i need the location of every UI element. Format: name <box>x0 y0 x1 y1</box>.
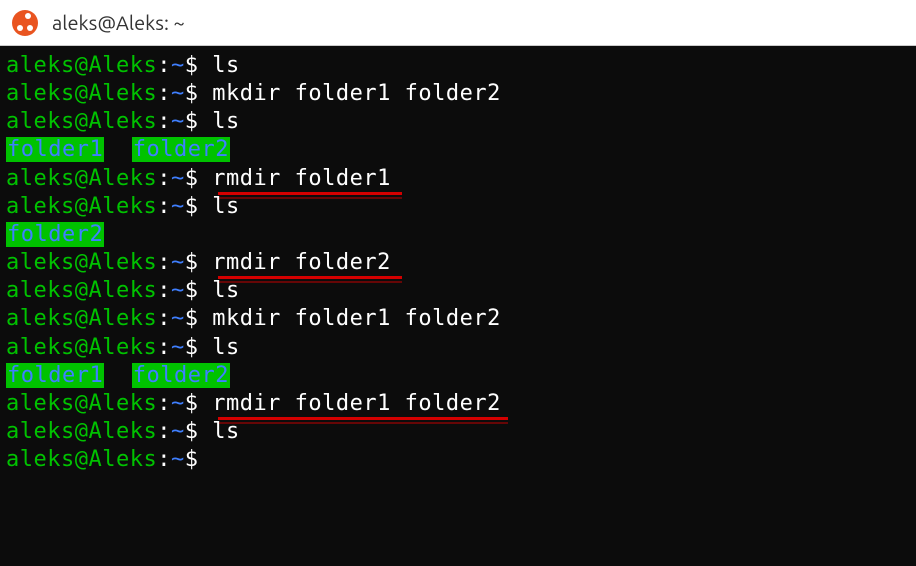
command-text: mkdir folder1 folder2 <box>212 81 501 106</box>
prompt-user: aleks@Aleks <box>6 53 157 78</box>
prompt-sep: : <box>157 109 171 134</box>
terminal-line: aleks@Aleks:~$ ls <box>6 193 910 221</box>
terminal-line: aleks@Aleks:~$ ls <box>6 108 910 136</box>
directory-name: folder2 <box>132 363 230 388</box>
directory-name: folder1 <box>6 137 104 162</box>
terminal-output: folder1 folder2 <box>6 136 910 164</box>
prompt-sep: : <box>157 391 171 416</box>
prompt-path: ~ <box>171 194 185 219</box>
command-text: ls <box>212 419 240 444</box>
prompt-symbol: $ <box>185 250 199 275</box>
prompt-sep: : <box>157 419 171 444</box>
prompt-sep: : <box>157 306 171 331</box>
prompt-path: ~ <box>171 335 185 360</box>
prompt-symbol: $ <box>185 109 199 134</box>
terminal-line: aleks@Aleks:~$ rmdir folder1 folder2 <box>6 390 910 418</box>
prompt-symbol: $ <box>185 447 199 472</box>
prompt-user: aleks@Aleks <box>6 278 157 303</box>
command-text: ls <box>212 109 240 134</box>
prompt-sep: : <box>157 166 171 191</box>
terminal-line: aleks@Aleks:~$ rmdir folder2 <box>6 249 910 277</box>
command-text: mkdir folder1 folder2 <box>212 306 501 331</box>
terminal-line: aleks@Aleks:~$ <box>6 446 910 474</box>
prompt-user: aleks@Aleks <box>6 166 157 191</box>
directory-name: folder2 <box>132 137 230 162</box>
prompt-sep: : <box>157 278 171 303</box>
directory-name: folder2 <box>6 222 104 247</box>
prompt-symbol: $ <box>185 166 199 191</box>
prompt-path: ~ <box>171 81 185 106</box>
terminal-output: folder1 folder2 <box>6 362 910 390</box>
prompt-path: ~ <box>171 306 185 331</box>
prompt-user: aleks@Aleks <box>6 306 157 331</box>
prompt-user: aleks@Aleks <box>6 81 157 106</box>
command-text: ls <box>212 278 240 303</box>
prompt-path: ~ <box>171 278 185 303</box>
prompt-user: aleks@Aleks <box>6 194 157 219</box>
prompt-symbol: $ <box>185 419 199 444</box>
command-text: ls <box>212 53 240 78</box>
command-text: rmdir folder1 folder2 <box>212 391 501 416</box>
terminal-line: aleks@Aleks:~$ mkdir folder1 folder2 <box>6 305 910 333</box>
prompt-sep: : <box>157 53 171 78</box>
prompt-path: ~ <box>171 109 185 134</box>
prompt-path: ~ <box>171 391 185 416</box>
prompt-user: aleks@Aleks <box>6 335 157 360</box>
prompt-user: aleks@Aleks <box>6 250 157 275</box>
prompt-symbol: $ <box>185 306 199 331</box>
command-text: ls <box>212 335 240 360</box>
prompt-user: aleks@Aleks <box>6 419 157 444</box>
ubuntu-logo-icon <box>12 10 38 36</box>
prompt-sep: : <box>157 194 171 219</box>
prompt-symbol: $ <box>185 194 199 219</box>
directory-name: folder1 <box>6 363 104 388</box>
prompt-user: aleks@Aleks <box>6 391 157 416</box>
prompt-symbol: $ <box>185 391 199 416</box>
prompt-symbol: $ <box>185 278 199 303</box>
prompt-sep: : <box>157 81 171 106</box>
terminal-line: aleks@Aleks:~$ ls <box>6 52 910 80</box>
prompt-path: ~ <box>171 166 185 191</box>
terminal-body[interactable]: aleks@Aleks:~$ ls aleks@Aleks:~$ mkdir f… <box>0 46 916 566</box>
prompt-path: ~ <box>171 419 185 444</box>
window-titlebar: aleks@Aleks: ~ <box>0 0 916 46</box>
prompt-sep: : <box>157 335 171 360</box>
command-text: ls <box>212 194 240 219</box>
terminal-line: aleks@Aleks:~$ ls <box>6 277 910 305</box>
prompt-sep: : <box>157 250 171 275</box>
prompt-user: aleks@Aleks <box>6 447 157 472</box>
prompt-symbol: $ <box>185 81 199 106</box>
prompt-user: aleks@Aleks <box>6 109 157 134</box>
window-title: aleks@Aleks: ~ <box>52 11 185 34</box>
command-text: rmdir folder1 <box>212 166 391 191</box>
prompt-symbol: $ <box>185 53 199 78</box>
terminal-line: aleks@Aleks:~$ ls <box>6 418 910 446</box>
terminal-line: aleks@Aleks:~$ ls <box>6 334 910 362</box>
command-text: rmdir folder2 <box>212 250 391 275</box>
prompt-path: ~ <box>171 250 185 275</box>
prompt-sep: : <box>157 447 171 472</box>
terminal-output: folder2 <box>6 221 910 249</box>
prompt-path: ~ <box>171 447 185 472</box>
prompt-path: ~ <box>171 53 185 78</box>
prompt-symbol: $ <box>185 335 199 360</box>
terminal-line: aleks@Aleks:~$ rmdir folder1 <box>6 165 910 193</box>
terminal-line: aleks@Aleks:~$ mkdir folder1 folder2 <box>6 80 910 108</box>
